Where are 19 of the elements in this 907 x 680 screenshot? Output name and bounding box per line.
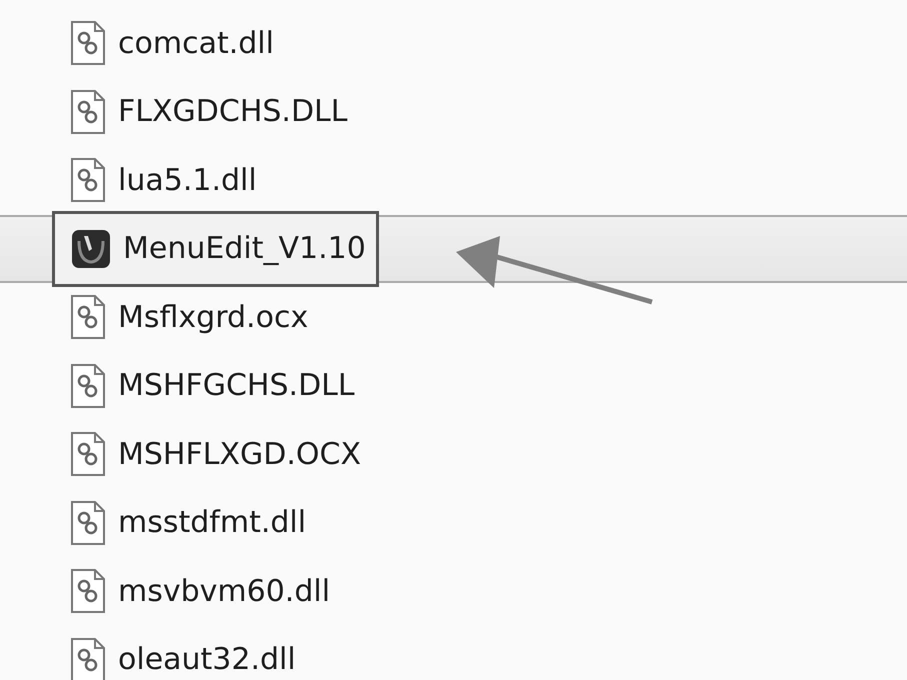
file-gear-icon	[70, 88, 106, 135]
file-item[interactable]: msstdfmt.dll	[54, 496, 316, 550]
file-item[interactable]: oleaut32.dll	[54, 632, 306, 680]
file-item[interactable]: lua5.1.dll	[54, 153, 267, 208]
file-gear-icon	[70, 294, 106, 340]
app-icon	[71, 228, 111, 269]
file-gear-icon	[70, 431, 106, 478]
file-gear-icon	[70, 157, 106, 204]
file-item[interactable]: Msflxgrd.ocx	[54, 290, 318, 344]
file-gear-icon	[70, 568, 106, 614]
file-item[interactable]: MenuEdit_V1.10	[52, 210, 379, 287]
file-item[interactable]: msvbvm60.dll	[54, 564, 340, 618]
file-gear-icon	[70, 362, 106, 409]
file-gear-icon	[70, 500, 106, 546]
file-item[interactable]: MSHFGCHS.DLL	[54, 358, 365, 413]
file-item[interactable]: comcat.dll	[54, 16, 284, 70]
file-item[interactable]: FLXGDCHS.DLL	[54, 84, 358, 139]
file-gear-icon	[70, 20, 106, 66]
file-item[interactable]: MSHFLXGD.OCX	[54, 427, 372, 482]
